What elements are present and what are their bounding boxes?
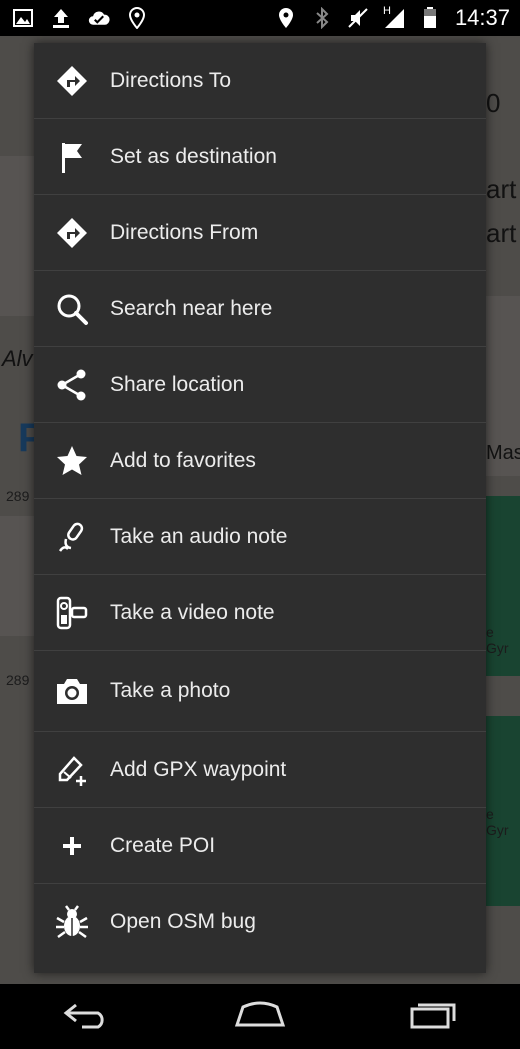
network-type-label: H — [382, 5, 391, 17]
mute-icon — [347, 7, 369, 29]
cloud-check-icon — [88, 7, 110, 29]
image-icon — [12, 7, 34, 29]
back-button[interactable] — [47, 992, 127, 1042]
back-icon — [62, 999, 112, 1034]
star-icon — [34, 443, 110, 479]
menu-item-take-video-note[interactable]: Take a video note — [34, 575, 486, 651]
flag-icon — [34, 139, 110, 175]
location-pin-icon — [126, 7, 148, 29]
menu-item-label: Take an audio note — [110, 524, 288, 548]
context-menu: Directions To Set as destination Directi… — [34, 43, 486, 973]
menu-item-label: Add GPX waypoint — [110, 757, 287, 781]
home-icon — [233, 999, 287, 1034]
menu-item-search-near-here[interactable]: Search near here — [34, 271, 486, 347]
menu-item-create-poi[interactable]: Create POI — [34, 808, 486, 884]
home-button[interactable] — [220, 992, 300, 1042]
menu-item-label: Take a photo — [110, 679, 231, 702]
microphone-icon — [34, 519, 110, 555]
recents-icon — [408, 999, 458, 1034]
video-camera-icon — [34, 595, 110, 631]
status-bar: H 14:37 — [0, 0, 520, 36]
menu-item-label: Set as destination — [110, 144, 277, 168]
menu-item-directions-from[interactable]: Directions From — [34, 195, 486, 271]
upload-icon — [50, 7, 72, 29]
menu-item-open-osm-bug[interactable]: Open OSM bug — [34, 884, 486, 960]
plus-icon — [34, 828, 110, 864]
menu-item-label: Take a video note — [110, 600, 275, 624]
menu-item-directions-to[interactable]: Directions To — [34, 43, 486, 119]
menu-item-label: Search near here — [110, 296, 273, 320]
signal-icon: H — [382, 5, 405, 29]
menu-item-label: Add to favorites — [110, 448, 256, 472]
directions-icon — [34, 63, 110, 99]
recents-button[interactable] — [393, 992, 473, 1042]
menu-item-label: Create POI — [110, 833, 216, 857]
search-icon — [34, 291, 110, 327]
menu-item-set-as-destination[interactable]: Set as destination — [34, 119, 486, 195]
menu-item-label: Share location — [110, 372, 245, 396]
menu-item-take-photo[interactable]: Take a photo — [34, 651, 486, 732]
menu-item-share-location[interactable]: Share location — [34, 347, 486, 423]
battery-icon — [419, 7, 441, 29]
menu-item-label: Directions To — [110, 68, 231, 92]
camera-icon — [34, 673, 110, 709]
directions-icon — [34, 215, 110, 251]
clock: 14:37 — [454, 5, 510, 30]
menu-item-label: Directions From — [110, 220, 259, 244]
menu-item-label: Open OSM bug — [110, 910, 256, 933]
menu-item-add-gpx-waypoint[interactable]: Add GPX waypoint — [34, 732, 486, 808]
bluetooth-icon — [311, 7, 333, 29]
navigation-bar — [0, 984, 520, 1049]
menu-item-take-audio-note[interactable]: Take an audio note — [34, 499, 486, 575]
menu-item-add-to-favorites[interactable]: Add to favorites — [34, 423, 486, 499]
location-icon — [275, 7, 297, 29]
bug-icon — [34, 904, 110, 940]
waypoint-add-icon — [34, 752, 110, 788]
share-icon — [34, 367, 110, 403]
